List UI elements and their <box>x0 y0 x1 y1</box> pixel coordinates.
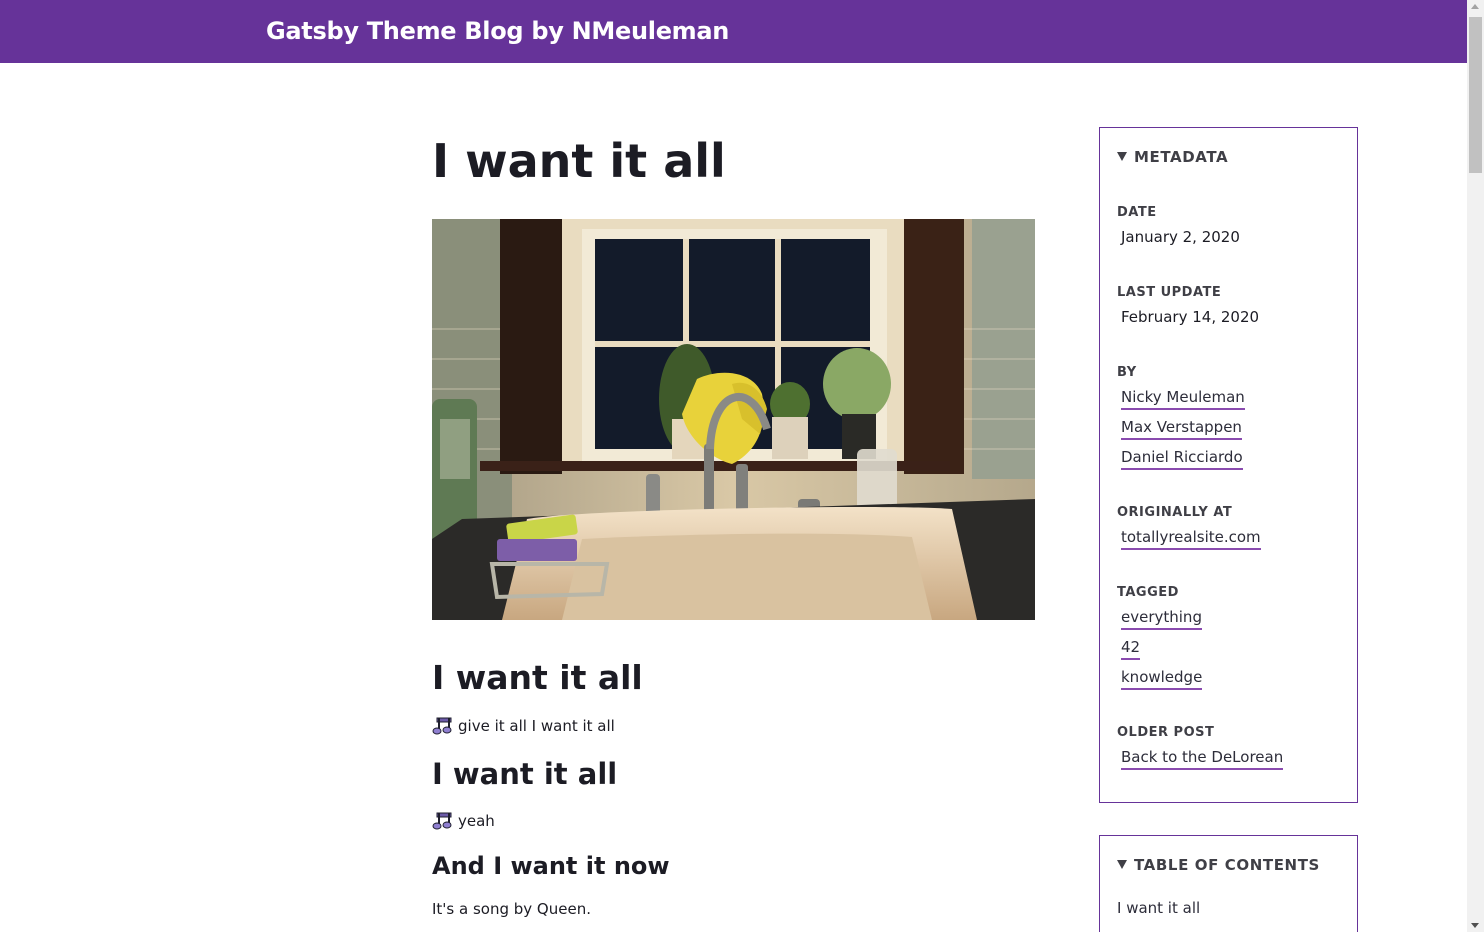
metadata-panel: METADATA DATE January 2, 2020 LAST UPDAT… <box>1099 127 1358 803</box>
kitchen-sink-photo <box>432 219 1035 620</box>
site-title-link[interactable]: Gatsby Theme Blog by NMeuleman <box>266 17 729 45</box>
by-label: BY <box>1117 365 1137 380</box>
section-text-content: yeah <box>458 812 495 830</box>
scroll-down-icon[interactable] <box>1471 923 1479 928</box>
post-title: I want it all <box>432 134 726 188</box>
date-value: January 2, 2020 <box>1121 228 1240 246</box>
toc-toggle[interactable]: TABLE OF CONTENTS <box>1117 856 1320 874</box>
section-text: It's a song by Queen. <box>432 900 591 918</box>
table-of-contents-panel: TABLE OF CONTENTS I want it all <box>1099 835 1358 932</box>
tag-link[interactable]: everything <box>1121 608 1202 630</box>
toc-item[interactable]: I want it all <box>1117 899 1200 917</box>
metadata-heading: METADATA <box>1134 148 1229 166</box>
section-heading: And I want it now <box>432 852 670 880</box>
section-text-content: give it all I want it all <box>458 717 615 735</box>
date-label: DATE <box>1117 205 1157 220</box>
older-post-label: OLDER POST <box>1117 725 1215 740</box>
toc-heading: TABLE OF CONTENTS <box>1134 856 1320 874</box>
hero-image <box>432 219 1035 620</box>
site-header: Gatsby Theme Blog by NMeuleman <box>0 0 1467 63</box>
author-link[interactable]: Daniel Ricciardo <box>1121 448 1243 470</box>
page-scrollbar[interactable] <box>1467 0 1484 932</box>
section-text: give it all I want it all <box>432 716 615 736</box>
section-heading: I want it all <box>432 658 643 697</box>
section-heading: I want it all <box>432 757 618 791</box>
older-post-link[interactable]: Back to the DeLorean <box>1121 748 1284 770</box>
triangle-down-icon <box>1117 152 1127 161</box>
musical-notes-icon <box>432 716 452 736</box>
last-update-value: February 14, 2020 <box>1121 308 1260 326</box>
originally-at-label: ORIGINALLY AT <box>1117 505 1233 520</box>
originally-at-link[interactable]: totallyrealsite.com <box>1121 528 1261 550</box>
scroll-thumb[interactable] <box>1469 17 1482 173</box>
author-link[interactable]: Max Verstappen <box>1121 418 1242 440</box>
tagged-label: TAGGED <box>1117 585 1179 600</box>
section-text: yeah <box>432 811 495 831</box>
tag-link[interactable]: knowledge <box>1121 668 1203 690</box>
author-link[interactable]: Nicky Meuleman <box>1121 388 1245 410</box>
tag-link[interactable]: 42 <box>1121 638 1141 660</box>
triangle-down-icon <box>1117 860 1127 869</box>
musical-notes-icon <box>432 811 452 831</box>
last-update-label: LAST UPDATE <box>1117 285 1222 300</box>
metadata-toggle[interactable]: METADATA <box>1117 148 1228 166</box>
scroll-up-icon[interactable] <box>1471 4 1479 9</box>
